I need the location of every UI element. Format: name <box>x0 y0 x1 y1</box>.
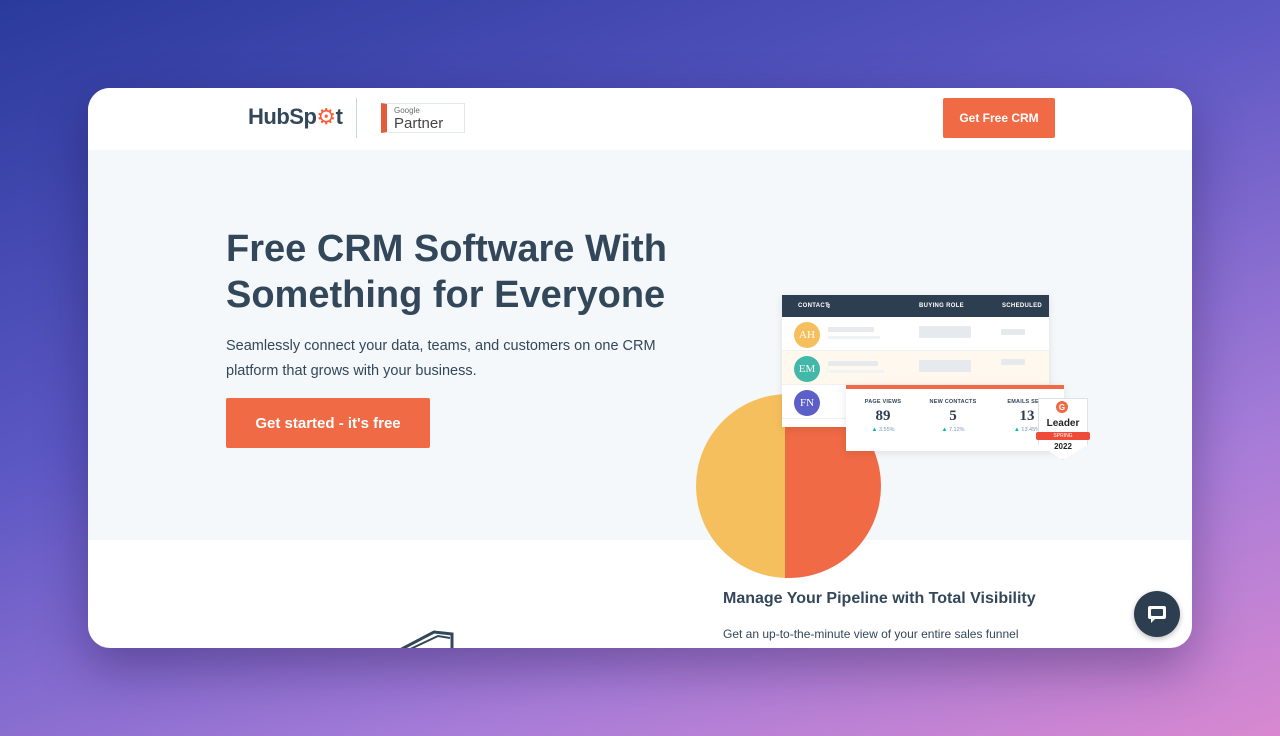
hubspot-logo[interactable]: HubSp⚙t <box>248 104 343 130</box>
avatar: EM <box>794 356 820 382</box>
placeholder-bar <box>1001 359 1025 365</box>
placeholder-bar <box>828 336 880 339</box>
table-row: AH <box>782 317 1049 351</box>
table-row: EM <box>782 351 1049 385</box>
pipeline-illustration <box>400 630 454 648</box>
stat-delta-value: 7.12% <box>948 427 965 433</box>
hero-subtitle: Seamlessly connect your data, teams, and… <box>226 338 656 379</box>
google-partner-text: Partner <box>394 115 444 132</box>
stat-delta: ▲ 7.12% <box>918 427 988 433</box>
logo-text: HubSp <box>248 104 317 129</box>
hero-section: Free CRM Software With Something for Eve… <box>88 150 1192 578</box>
logo-text-end: t <box>335 104 343 129</box>
table-header: CONTACT ⇕ BUYING ROLE SCHEDULED <box>782 295 1049 317</box>
google-partner-badge: Google Partner <box>381 103 465 133</box>
get-started-button[interactable]: Get started - it's free <box>226 398 430 448</box>
column-header-scheduled: SCHEDULED <box>1002 303 1043 309</box>
stat-delta-value: 3.55% <box>878 427 895 433</box>
placeholder-bar <box>828 361 878 366</box>
placeholder-bar <box>1001 329 1025 335</box>
up-arrow-icon: ▲ <box>941 427 948 433</box>
placeholder-bar <box>919 326 971 338</box>
placeholder-bar <box>828 370 884 373</box>
browser-card: HubSp⚙t Google Partner Get Free CRM Free… <box>88 88 1192 648</box>
stat-value: 5 <box>949 408 957 424</box>
section-text: Get an up-to-the-minute view of your ent… <box>723 627 1019 641</box>
stat-label: NEW CONTACTS <box>929 399 977 405</box>
placeholder-bar <box>919 360 971 372</box>
badge-title: Leader <box>1046 418 1080 429</box>
get-free-crm-button[interactable]: Get Free CRM <box>943 98 1055 138</box>
column-header-contact: CONTACT <box>798 303 829 309</box>
badge-year: 2022 <box>1054 442 1072 451</box>
hero-title: Free CRM Software With Something for Eve… <box>226 228 667 316</box>
stat-delta: ▲ 3.55% <box>848 427 918 433</box>
stat-new-contacts: NEW CONTACTS 5 ▲ 7.12% <box>918 399 988 433</box>
avatar: AH <box>794 322 820 348</box>
nav-divider <box>356 98 357 138</box>
stat-label: PAGE VIEWS <box>864 399 902 405</box>
top-navigation: HubSp⚙t Google Partner Get Free CRM <box>88 88 1192 150</box>
stat-value: 89 <box>875 408 891 424</box>
g2-logo-icon: G <box>1056 401 1068 413</box>
up-arrow-icon: ▲ <box>1013 427 1020 433</box>
g2-leader-badge: G Leader SPRING 2022 <box>1036 398 1090 460</box>
placeholder-bar <box>828 327 874 332</box>
google-partner-small-text: Google <box>394 106 420 115</box>
sort-icon: ⇕ <box>826 303 832 310</box>
avatar: FN <box>794 390 820 416</box>
column-header-buying-role: BUYING ROLE <box>919 303 964 309</box>
up-arrow-icon: ▲ <box>871 427 878 433</box>
stats-card: PAGE VIEWS 89 ▲ 3.55% NEW CONTACTS 5 ▲ 7… <box>846 385 1064 451</box>
badge-season: SPRING <box>1036 432 1090 440</box>
sprocket-icon: ⚙ <box>316 104 336 129</box>
stat-page-views: PAGE VIEWS 89 ▲ 3.55% <box>848 399 918 433</box>
section-title: Manage Your Pipeline with Total Visibili… <box>723 590 1036 607</box>
chat-bubble-icon <box>1148 606 1166 623</box>
chat-button[interactable] <box>1134 591 1180 637</box>
